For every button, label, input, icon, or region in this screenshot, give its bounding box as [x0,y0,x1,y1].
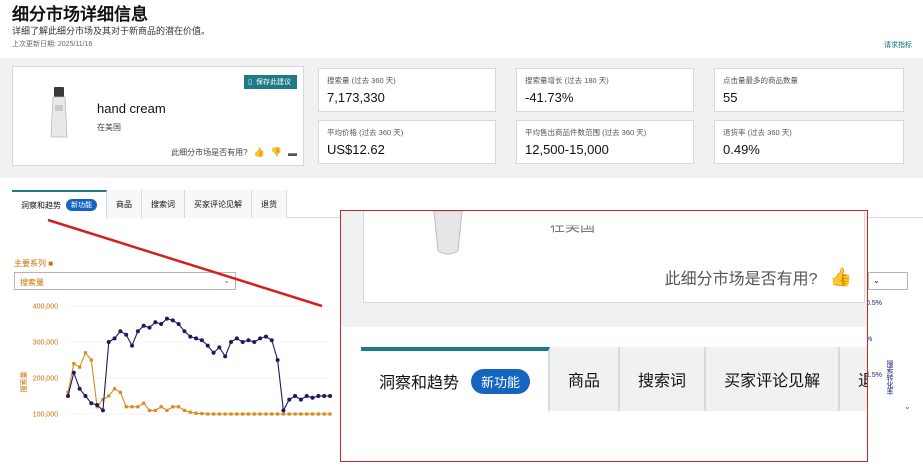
zoom-product-location: 在美国 [550,218,596,236]
new-feature-badge: 新功能 [471,368,531,394]
tab-label: 商品 [568,373,601,390]
tab-label: 洞察和趋势 [379,375,460,392]
tab-label: 退 [858,367,867,391]
zoom-tab-review-insights[interactable]: 买家评论见解 [706,347,841,411]
thumbs-up-icon[interactable]: 👍 [830,267,852,288]
zoom-tab-search-terms[interactable]: 搜索词 [620,347,707,411]
tab-label: 搜索词 [638,373,687,390]
zoom-tab-products[interactable]: 商品 [550,347,621,411]
tab-label: 买家评论见解 [724,373,821,390]
zoom-useful-feedback: 此细分市场是否有用? 👍 [665,265,852,289]
zoom-inset: 在美国 此细分市场是否有用? 👍 洞察和趋势 新功能 商品 搜索词 买家评论见解… [340,210,868,462]
zoom-tab-returns[interactable]: 退 [840,347,867,411]
zoom-tab-bar: 洞察和趋势 新功能 商品 搜索词 买家评论见解 退 [361,347,867,411]
zoom-useful-question: 此细分市场是否有用? [664,271,818,288]
zoom-product-image [433,211,463,255]
zoom-product-card: 在美国 此细分市场是否有用? 👍 [363,211,865,303]
zoom-tab-insights-trends[interactable]: 洞察和趋势 新功能 [361,347,551,411]
